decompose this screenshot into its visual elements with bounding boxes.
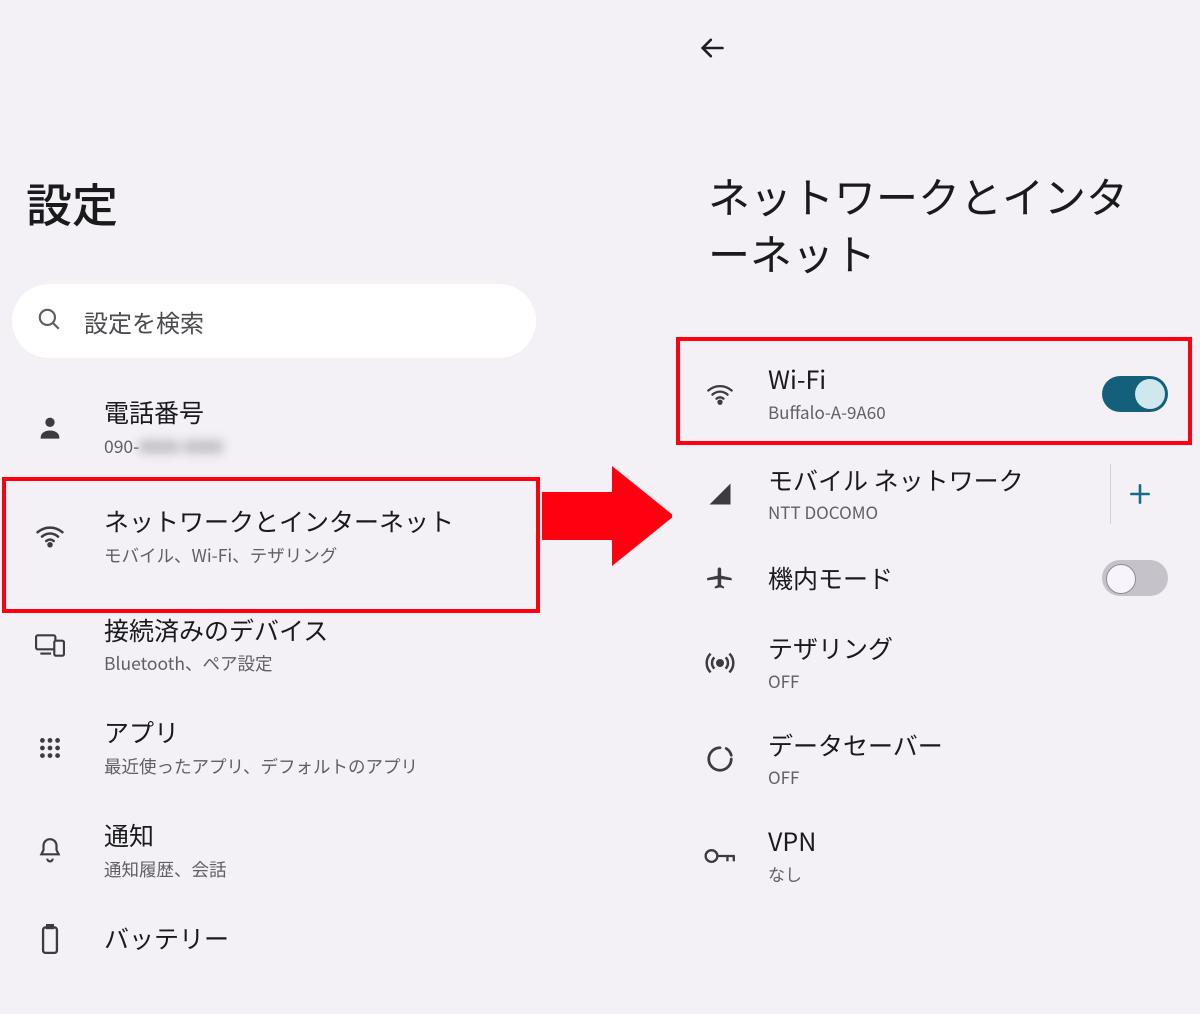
item-title: 接続済みのデバイス (104, 614, 522, 648)
search-icon (36, 306, 62, 337)
hotspot-icon (696, 648, 744, 678)
network-item-datasaver[interactable]: データセーバー OFF (672, 711, 1200, 808)
item-title: 電話番号 (104, 396, 522, 430)
item-title: データセーバー (768, 729, 1168, 762)
airplane-switch[interactable] (1102, 560, 1168, 596)
network-item-tethering[interactable]: テザリング OFF (672, 614, 1200, 711)
back-button[interactable] (692, 28, 732, 68)
item-title: Wi-Fi (768, 363, 1078, 396)
network-screen: ネットワークとインターネット Wi-Fi Buffalo-A-9A60 モバイル… (672, 0, 1200, 1014)
battery-icon (26, 924, 74, 954)
network-item-mobile[interactable]: モバイル ネットワーク NTT DOCOMO (672, 446, 1200, 543)
wifi-icon (696, 380, 744, 408)
bell-icon (26, 835, 74, 865)
item-title: モバイル ネットワーク (768, 464, 1086, 497)
item-subtitle: なし (768, 861, 1168, 886)
settings-screen: 設定 設定を検索 電話番号 090-0000-0000 (0, 0, 548, 1014)
settings-item-battery[interactable]: バッテリー (0, 902, 548, 956)
item-subtitle: 090-0000-0000 (104, 434, 522, 459)
settings-item-network[interactable]: ネットワークとインターネット モバイル、Wi-Fi、テザリング (0, 479, 548, 594)
settings-item-connected-devices[interactable]: 接続済みのデバイス Bluetooth、ペア設定 (0, 594, 548, 697)
settings-item-apps[interactable]: アプリ 最近使ったアプリ、デフォルトのアプリ (0, 696, 548, 799)
item-title: アプリ (104, 716, 522, 750)
item-title: 通知 (104, 819, 522, 853)
wifi-switch[interactable] (1102, 376, 1168, 412)
item-subtitle: OFF (768, 668, 1168, 693)
item-subtitle: Bluetooth、ペア設定 (104, 651, 522, 676)
airplane-icon (696, 564, 744, 592)
item-subtitle: Buffalo-A-9A60 (768, 399, 1078, 424)
appbar (672, 0, 1200, 68)
page-title: 設定 (0, 0, 548, 284)
devices-icon (26, 632, 74, 658)
person-icon (26, 413, 74, 441)
item-title: テザリング (768, 632, 1168, 665)
item-title: ネットワークとインターネット (104, 505, 522, 539)
search-bar[interactable]: 設定を検索 (12, 284, 536, 358)
network-list: Wi-Fi Buffalo-A-9A60 モバイル ネットワーク NTT DOC… (672, 341, 1200, 904)
apps-icon (26, 735, 74, 761)
vpn-key-icon (696, 845, 744, 867)
item-subtitle: モバイル、Wi-Fi、テザリング (104, 543, 522, 568)
add-network-button[interactable] (1110, 464, 1168, 524)
wifi-icon (26, 521, 74, 551)
item-subtitle: 通知履歴、会話 (104, 857, 522, 882)
item-subtitle: OFF (768, 764, 1168, 789)
arrow-annotation (542, 466, 674, 566)
item-title: VPN (768, 825, 1168, 858)
item-subtitle: NTT DOCOMO (768, 499, 1086, 524)
search-placeholder: 設定を検索 (84, 304, 204, 339)
item-title: 機内モード (768, 562, 1078, 595)
settings-list: 電話番号 090-0000-0000 ネットワークとインターネット モバイル、W… (0, 358, 548, 956)
settings-item-phone[interactable]: 電話番号 090-0000-0000 (0, 376, 548, 479)
signal-icon (696, 480, 744, 508)
network-item-airplane[interactable]: 機内モード (672, 542, 1200, 614)
datasaver-icon (696, 744, 744, 774)
settings-item-notifications[interactable]: 通知 通知履歴、会話 (0, 799, 548, 902)
page-title: ネットワークとインターネット (672, 68, 1200, 341)
item-subtitle: 最近使ったアプリ、デフォルトのアプリ (104, 754, 522, 779)
network-item-vpn[interactable]: VPN なし (672, 807, 1200, 904)
network-item-wifi[interactable]: Wi-Fi Buffalo-A-9A60 (672, 341, 1200, 446)
item-title: バッテリー (104, 922, 522, 956)
